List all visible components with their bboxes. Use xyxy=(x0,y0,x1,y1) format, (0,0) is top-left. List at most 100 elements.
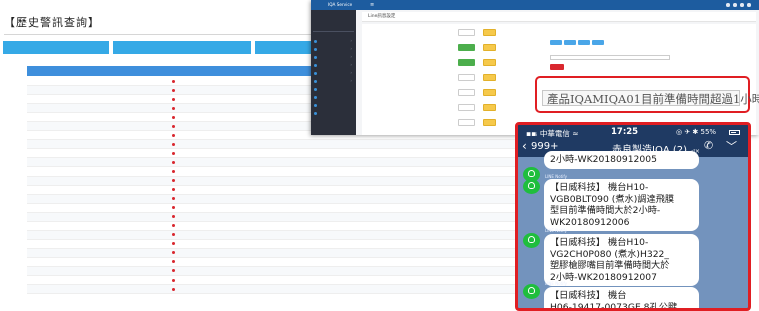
option-toggle[interactable] xyxy=(483,29,496,36)
option-toggle[interactable] xyxy=(483,74,496,81)
highlighted-message-box: 產品IQAMIQA01目前準備時間超過1小時 xyxy=(535,76,759,113)
table-row[interactable] xyxy=(27,230,527,240)
chevron-right-icon: › xyxy=(350,38,352,43)
setting-row xyxy=(388,73,538,83)
back-icon[interactable]: ‹ xyxy=(522,139,527,153)
user-avatar-icon[interactable] xyxy=(747,3,751,7)
line-notify-avatar-icon[interactable] xyxy=(523,233,540,248)
alarm-message-cell xyxy=(172,177,176,185)
message-text-line: 【日威科技】 機台 xyxy=(550,290,627,301)
breadcrumb-title: Line訊息設定 xyxy=(368,14,396,19)
table-row[interactable] xyxy=(27,248,527,258)
sidebar-item[interactable] xyxy=(314,93,354,101)
sidebar-item[interactable]: › xyxy=(314,37,354,45)
option-toggle[interactable] xyxy=(483,44,496,51)
table-row[interactable] xyxy=(27,285,527,295)
message-bubble[interactable]: 【日威科技】 機台H10- VG2CH0P080 (煮水)H322_ 塑膠槍膠嘴目前… xyxy=(544,234,699,287)
chat-messages: 2小時-WK20180912005 LINE Notify 【日威科技】 機台H10… xyxy=(518,151,748,311)
message-bubble[interactable]: 2小時-WK20180912005 xyxy=(544,151,699,169)
group-chip[interactable] xyxy=(550,40,562,45)
table-row[interactable] xyxy=(27,186,527,195)
table-row[interactable] xyxy=(27,258,527,267)
alarm-message-cell xyxy=(172,131,176,139)
menu-icon[interactable]: ≡ xyxy=(370,1,374,9)
line-notify-avatar-icon[interactable] xyxy=(523,284,540,299)
save-button[interactable] xyxy=(550,64,564,70)
alarm-message-cell xyxy=(172,158,176,166)
sidebar-item[interactable] xyxy=(314,101,354,109)
menu-item-icon xyxy=(314,71,317,75)
option-toggle[interactable] xyxy=(483,59,496,66)
alarm-message-cell xyxy=(172,204,176,212)
settings-icon[interactable] xyxy=(740,3,744,7)
option-toggle[interactable] xyxy=(483,104,496,111)
option-toggle[interactable] xyxy=(483,89,496,96)
alarm-message-cell xyxy=(172,222,176,230)
table-row[interactable] xyxy=(27,194,527,204)
chevron-right-icon: › xyxy=(350,46,352,51)
sidebar-item[interactable] xyxy=(314,85,354,93)
table-row[interactable] xyxy=(27,276,527,286)
settings-card: 產品IQAMIQA01目前準備時間超過1小時 xyxy=(362,24,759,135)
filter-tab-b[interactable] xyxy=(113,41,251,54)
notification-icon[interactable] xyxy=(726,3,730,7)
alarm-message-cell xyxy=(172,231,176,239)
chevron-right-icon: › xyxy=(350,78,352,83)
table-row[interactable] xyxy=(27,167,527,177)
table-row[interactable] xyxy=(27,212,527,222)
table-row[interactable] xyxy=(27,240,527,249)
message-text-line: WK20180912006 xyxy=(550,216,630,228)
sidebar-item[interactable]: › xyxy=(314,77,354,85)
sidebar-item[interactable]: › xyxy=(314,61,354,69)
sender-name: LINE Notify xyxy=(545,281,568,286)
table-row[interactable] xyxy=(27,140,527,150)
group-chip[interactable] xyxy=(564,40,576,45)
app-brand: IQA Service xyxy=(328,2,353,7)
option-toggle[interactable] xyxy=(483,119,496,126)
sidebar-item[interactable]: › xyxy=(314,45,354,53)
wifi-icon: ≈ xyxy=(572,129,579,138)
filter-tab-a[interactable] xyxy=(3,41,109,54)
filter-tab-c[interactable] xyxy=(255,41,315,54)
alarm-message-cell xyxy=(172,249,176,257)
alarm-message-cell xyxy=(172,167,176,175)
message-bubble[interactable]: 【日威科技】 機台H10- VGB0BLT090 (煮水)調達飛膜 型目前準備時間大… xyxy=(544,179,699,232)
message-text-line: 2小時-WK20180912007 xyxy=(550,271,657,283)
message-text-line: H06-19417-0073GE 8孔公腱 xyxy=(550,301,678,311)
message-input[interactable] xyxy=(550,55,670,60)
message-text-line: 2小時-WK20180912005 xyxy=(550,154,657,165)
enable-toggle[interactable] xyxy=(458,104,475,111)
enable-toggle[interactable] xyxy=(458,119,475,126)
enable-toggle[interactable] xyxy=(458,29,475,36)
line-notify-avatar-icon[interactable] xyxy=(523,179,540,194)
call-icon[interactable]: ✆ xyxy=(704,139,713,152)
table-row[interactable] xyxy=(27,158,527,168)
status-time: 17:25 xyxy=(611,127,639,137)
menu-item-icon xyxy=(314,87,317,91)
alarm-message-cell xyxy=(172,267,176,275)
phone-status-bar: ▪▪ᵢ 中華電信 ≈ 17:25 ◎ ✈ ✱ 55% xyxy=(518,125,748,140)
table-row[interactable] xyxy=(27,222,527,231)
message-icon[interactable] xyxy=(733,3,737,7)
menu-item-icon xyxy=(314,55,317,59)
message-preview-field[interactable]: 產品IQAMIQA01目前準備時間超過1小時 xyxy=(542,90,759,106)
group-chip[interactable] xyxy=(578,40,590,45)
enable-toggle[interactable] xyxy=(458,74,475,81)
message-bubble[interactable]: 【日威科技】 機台 H06-19417-0073GE 8孔公腱 xyxy=(544,287,699,311)
enable-toggle[interactable] xyxy=(458,89,475,96)
table-row[interactable] xyxy=(27,176,527,186)
menu-item-icon xyxy=(314,39,317,43)
chevron-down-icon[interactable]: ﹀ xyxy=(726,138,737,154)
app-sidebar: › › › › › › xyxy=(311,10,356,135)
alarm-message-cell xyxy=(172,276,176,284)
table-row[interactable] xyxy=(27,149,527,159)
alarm-message-cell xyxy=(172,149,176,157)
sidebar-item[interactable] xyxy=(314,109,354,117)
table-row[interactable] xyxy=(27,266,527,277)
sidebar-item[interactable]: › xyxy=(314,53,354,61)
enable-toggle[interactable] xyxy=(458,44,475,51)
table-row[interactable] xyxy=(27,204,527,213)
sidebar-item[interactable]: › xyxy=(314,69,354,77)
group-chip[interactable] xyxy=(592,40,604,45)
enable-toggle[interactable] xyxy=(458,59,475,66)
